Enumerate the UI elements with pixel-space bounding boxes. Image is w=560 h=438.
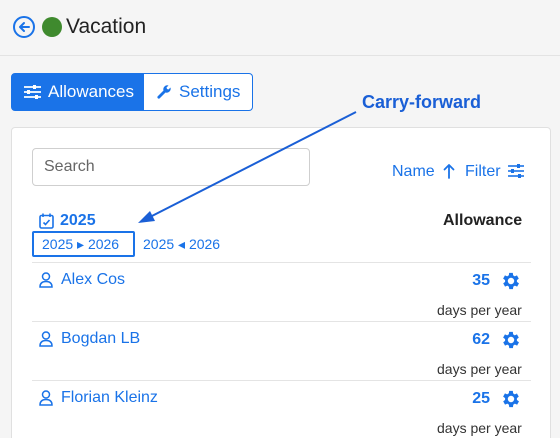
user-icon xyxy=(39,272,53,293)
user-icon xyxy=(39,390,53,411)
page-title: Vacation xyxy=(66,15,147,38)
tab-bar: Allowances Settings xyxy=(11,73,253,111)
annotation-label: Carry-forward xyxy=(362,92,482,112)
user-name-link[interactable]: Florian Kleinz xyxy=(61,389,158,407)
carry-forward-link[interactable]: 2025 ▸ 2026 xyxy=(42,236,119,253)
allowance-days[interactable]: 62 xyxy=(460,331,490,349)
year-selector[interactable]: 2025 xyxy=(60,212,96,230)
allowance-unit: days per year xyxy=(437,302,522,318)
row-divider xyxy=(32,380,531,381)
back-button[interactable] xyxy=(13,16,35,38)
user-name-link[interactable]: Bogdan LB xyxy=(61,330,140,348)
sliders-icon xyxy=(24,85,41,99)
filter-button[interactable]: Filter xyxy=(465,163,501,181)
status-dot xyxy=(42,17,62,37)
arrow-left-circle-icon xyxy=(19,22,30,32)
tab-settings[interactable]: Settings xyxy=(144,73,253,111)
carry-back-link[interactable]: 2025 ◂ 2026 xyxy=(143,236,220,253)
user-name-link[interactable]: Alex Cos xyxy=(61,271,125,289)
gear-icon[interactable] xyxy=(500,329,522,356)
search-input[interactable] xyxy=(32,148,310,186)
allowance-unit: days per year xyxy=(437,361,522,377)
arrow-up-icon[interactable] xyxy=(443,163,455,184)
allowance-days[interactable]: 35 xyxy=(460,272,490,290)
tab-allowances[interactable]: Allowances xyxy=(11,73,144,111)
gear-icon[interactable] xyxy=(500,388,522,415)
allowance-unit: days per year xyxy=(437,420,522,436)
user-icon xyxy=(39,331,53,352)
wrench-icon xyxy=(156,84,172,100)
row-divider xyxy=(32,262,531,263)
tab-settings-label: Settings xyxy=(179,82,241,101)
allowance-column-header: Allowance xyxy=(443,212,523,229)
tab-allowances-label: Allowances xyxy=(48,82,134,101)
sliders-icon[interactable] xyxy=(508,164,524,183)
row-divider xyxy=(32,321,531,322)
sort-name-button[interactable]: Name xyxy=(392,163,435,181)
allowance-days[interactable]: 25 xyxy=(460,390,490,408)
gear-icon[interactable] xyxy=(500,270,522,297)
